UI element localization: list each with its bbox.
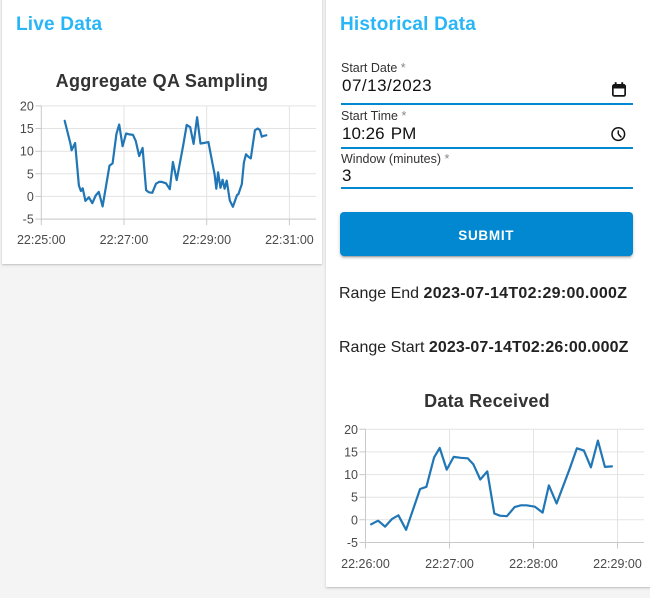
svg-text:22:25:00: 22:25:00: [17, 233, 66, 247]
svg-text:10: 10: [20, 145, 34, 159]
svg-text:-5: -5: [347, 536, 358, 550]
svg-text:15: 15: [344, 445, 358, 459]
svg-text:22:29:00: 22:29:00: [593, 557, 642, 571]
svg-text:0: 0: [351, 513, 358, 527]
svg-text:15: 15: [20, 122, 34, 136]
svg-text:0: 0: [27, 190, 34, 204]
svg-text:20: 20: [20, 99, 34, 113]
svg-text:10: 10: [344, 468, 358, 482]
svg-text:22:28:00: 22:28:00: [509, 557, 558, 571]
svg-text:22:31:00: 22:31:00: [265, 233, 314, 247]
svg-text:22:26:00: 22:26:00: [341, 557, 390, 571]
svg-text:22:27:00: 22:27:00: [100, 233, 149, 247]
svg-text:22:29:00: 22:29:00: [182, 233, 231, 247]
svg-text:22:27:00: 22:27:00: [425, 557, 474, 571]
svg-text:5: 5: [27, 167, 34, 181]
svg-text:5: 5: [351, 491, 358, 505]
svg-text:-5: -5: [23, 213, 34, 227]
svg-text:20: 20: [344, 423, 358, 437]
